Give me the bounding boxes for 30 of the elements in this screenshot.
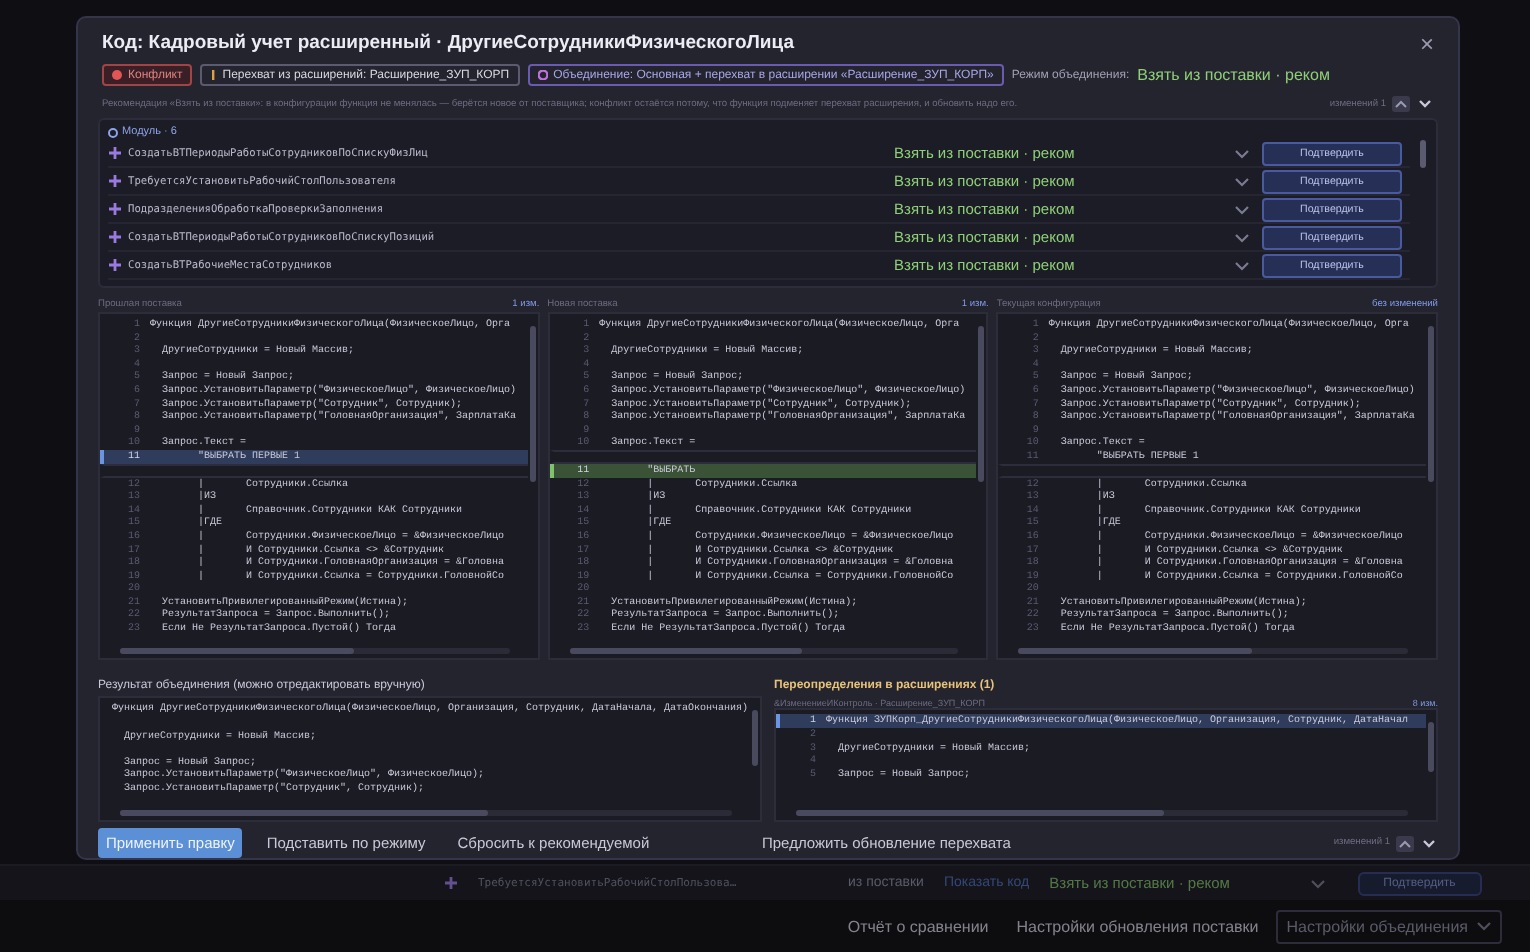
scrollbar-thumb[interactable] <box>1018 648 1253 655</box>
plus-icon <box>108 258 122 272</box>
scrollbar-thumb[interactable] <box>1428 722 1434 772</box>
footer-button[interactable]: Отчёт о сравнении <box>837 909 999 943</box>
merge-icon <box>537 70 548 80</box>
up-arrow-icon[interactable] <box>1392 96 1410 112</box>
module-icon <box>108 127 118 137</box>
merge-mode-value: Взять из поставки · реком <box>1137 66 1330 84</box>
scrollbar-thumb[interactable] <box>752 710 758 766</box>
marker-icon <box>210 70 217 80</box>
dialog-title: Код: Кадровый учет расширенный · ДругиеСотрудникиФизическогоЛица <box>102 32 795 54</box>
scrollbar-thumb[interactable] <box>529 326 536 482</box>
scrollbar-thumb[interactable] <box>1420 140 1426 168</box>
scrollbar-thumb[interactable] <box>569 648 803 655</box>
plus-icon <box>444 876 458 890</box>
caret-icon <box>1476 920 1492 932</box>
conflict-dot-icon <box>112 70 122 80</box>
plus-icon <box>108 230 122 244</box>
plus-icon <box>108 146 122 160</box>
plus-icon <box>108 202 122 216</box>
plus-icon <box>108 174 122 188</box>
scrollbar-thumb[interactable] <box>120 810 488 816</box>
scrollbar-thumb[interactable] <box>1428 326 1434 482</box>
chevron-down-icon <box>1309 877 1326 889</box>
up-arrow-icon[interactable] <box>1396 835 1414 851</box>
scrollbar-thumb[interactable] <box>120 648 354 655</box>
close-button[interactable]: × <box>1415 33 1438 53</box>
scrollbar-thumb[interactable] <box>978 326 985 482</box>
footer-button[interactable]: Настройки обновления поставки <box>1006 909 1269 943</box>
scrollbar-thumb[interactable] <box>796 810 1164 816</box>
